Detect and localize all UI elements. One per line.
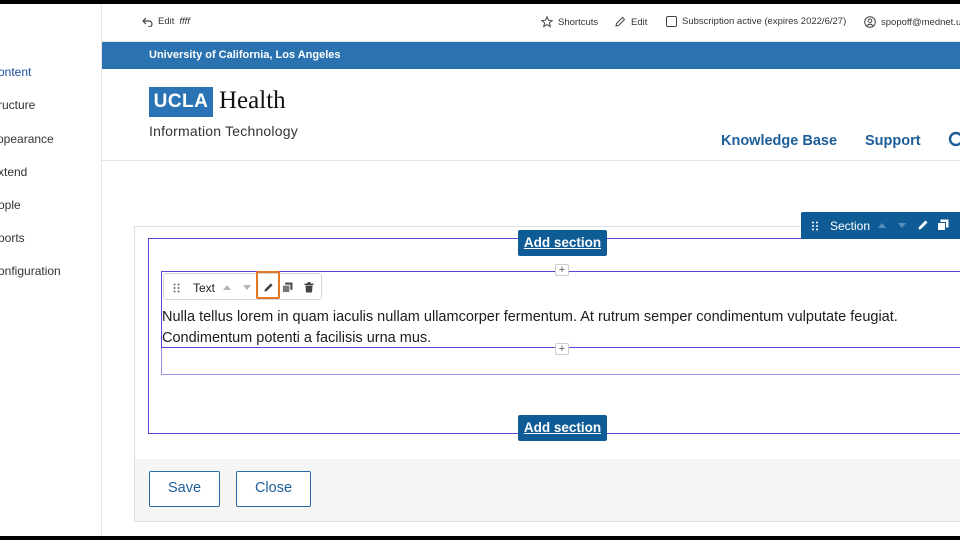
university-name: University of California, Los Angeles: [149, 49, 341, 61]
add-block-top-button[interactable]: +: [555, 264, 569, 276]
pencil-icon[interactable]: [917, 219, 929, 231]
section-toolbar: Section: [801, 212, 960, 239]
admin-menu-item-reports[interactable]: ports: [0, 231, 25, 245]
toolbar-edit-label: Edit: [631, 16, 648, 28]
admin-toolbar: Edit ffff Shortcuts Edit Subscription ac…: [102, 4, 960, 42]
logo-health-text: Health: [219, 87, 286, 114]
admin-menu-item-content[interactable]: ontent: [0, 65, 31, 79]
app-frame: ontent ructure ppearance xtend ople port…: [0, 4, 960, 536]
star-icon: [541, 16, 553, 28]
add-section-top-button[interactable]: Add section: [518, 230, 607, 256]
admin-menu-item-people[interactable]: ople: [0, 198, 21, 212]
search-icon[interactable]: [947, 131, 960, 149]
nav-support[interactable]: Support: [865, 133, 921, 149]
close-button[interactable]: Close: [236, 471, 311, 507]
block-toolbar-label: Text: [193, 281, 216, 295]
admin-menu-item-structure[interactable]: ructure: [0, 98, 35, 112]
save-button[interactable]: Save: [149, 471, 220, 507]
block-body-text[interactable]: Nulla tellus lorem in quam iaculis nulla…: [162, 307, 942, 349]
admin-menu-item-appearance[interactable]: ppearance: [0, 132, 54, 146]
edit-prefix: Edit: [158, 16, 175, 27]
site-header: UCLA Health Information Technology Knowl…: [102, 69, 960, 161]
subscription-label: Subscription active (expires 2022/6/27): [682, 16, 847, 27]
drag-handle-icon[interactable]: [173, 283, 180, 293]
edit-title-link[interactable]: Edit ffff: [142, 16, 190, 27]
subscription-status[interactable]: Subscription active (expires 2022/6/27): [666, 16, 846, 27]
ucla-logo[interactable]: UCLA: [149, 87, 213, 117]
undo-arrow-icon: [142, 17, 153, 27]
add-section-bottom-button[interactable]: Add section: [518, 415, 607, 441]
site-subtitle: Information Technology: [149, 123, 298, 139]
move-down-icon[interactable]: [243, 285, 251, 290]
nav-knowledge-base[interactable]: Knowledge Base: [721, 133, 837, 149]
user-menu[interactable]: spopoff@mednet.u: [864, 16, 960, 28]
move-up-icon[interactable]: [878, 223, 886, 228]
admin-menu-item-extend[interactable]: xtend: [0, 165, 27, 179]
pencil-icon: [615, 16, 626, 27]
section-toolbar-label: Section: [830, 219, 871, 233]
drag-handle-icon[interactable]: [811, 221, 819, 231]
shortcuts-label: Shortcuts: [558, 16, 599, 28]
checkbox-icon: [666, 16, 677, 27]
duplicate-icon[interactable]: [282, 282, 293, 293]
university-bar: University of California, Los Angeles: [102, 42, 960, 69]
move-up-icon[interactable]: [223, 285, 231, 290]
user-email: spopoff@mednet.u: [881, 16, 960, 28]
toolbar-edit-button[interactable]: Edit: [614, 16, 647, 28]
duplicate-icon[interactable]: [937, 219, 949, 231]
admin-menu: ontent ructure ppearance xtend ople port…: [0, 4, 102, 536]
edit-node-title: ffff: [179, 16, 190, 27]
edit-block-highlight: [256, 271, 280, 299]
block-toolbar: Text: [163, 273, 322, 300]
admin-menu-item-configuration[interactable]: onfiguration: [0, 264, 61, 278]
move-down-icon[interactable]: [898, 223, 906, 228]
user-icon: [864, 16, 876, 28]
trash-icon[interactable]: [304, 282, 314, 293]
shortcuts-button[interactable]: Shortcuts: [541, 16, 598, 28]
